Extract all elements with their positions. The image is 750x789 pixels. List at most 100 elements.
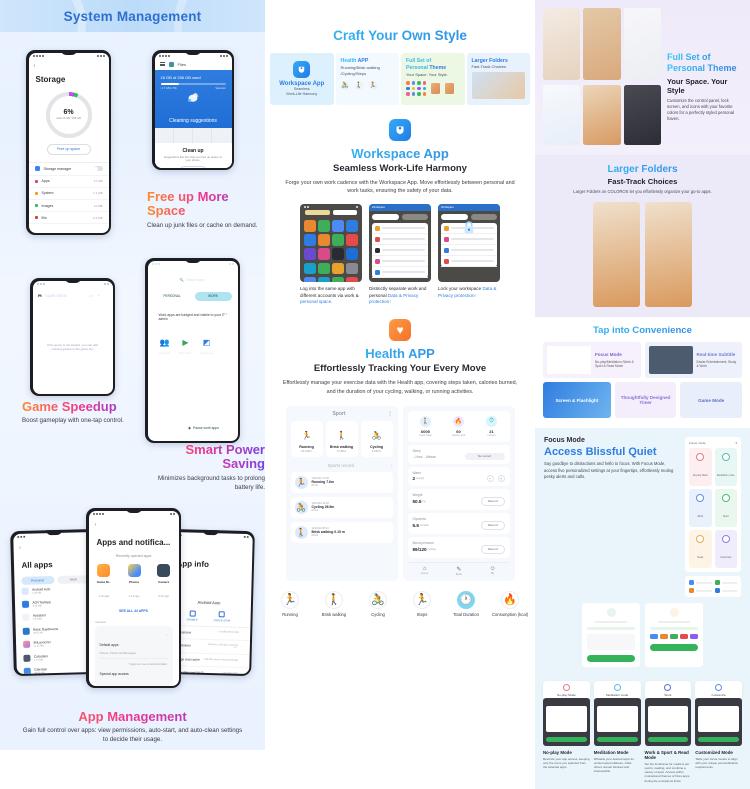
more-icon[interactable]: ⋮ bbox=[388, 411, 393, 417]
list-item[interactable] bbox=[441, 256, 497, 268]
sleep-row[interactable]: Sleep -- Hour -- Minute No record bbox=[407, 444, 510, 464]
weight-row[interactable]: Weight 50.5 kg Record bbox=[407, 488, 510, 510]
ok-button[interactable]: ✓ OK bbox=[180, 166, 206, 168]
record-button[interactable]: Record bbox=[480, 496, 505, 506]
chevron-right-icon[interactable]: › bbox=[391, 463, 392, 468]
more-icon[interactable]: ⋮ bbox=[104, 294, 108, 299]
menu-icon[interactable] bbox=[159, 62, 165, 66]
window-icon[interactable]: ▭ bbox=[89, 294, 92, 299]
close-icon[interactable]: × bbox=[226, 312, 228, 317]
search-input[interactable]: 🔍 Search apps bbox=[153, 275, 232, 285]
back-icon[interactable]: ‹ bbox=[29, 59, 109, 69]
add-icon[interactable]: ＋ bbox=[96, 294, 100, 299]
list-item[interactable] bbox=[372, 245, 428, 257]
strip-card-health[interactable]: Health APP Running/Brisk walking /Cyclin… bbox=[335, 53, 399, 105]
list-item[interactable]: 🏃 13/10/42 17:06 Running 7.6m 01:01 bbox=[290, 471, 393, 493]
page-title: System Management bbox=[63, 8, 202, 24]
list-item[interactable]: 🚶 11/10/42 08:14 Brisk walking 0.15 m 00:2… bbox=[290, 521, 393, 543]
list-item[interactable] bbox=[441, 245, 497, 257]
files-phone: Files 16 GB of 256 GB used • 17 GB in 5%… bbox=[152, 50, 234, 170]
theme-thumb bbox=[431, 82, 440, 94]
list-item[interactable]: Photos 3 min ago bbox=[127, 563, 141, 602]
table-row[interactable]: Apps 17 GB bbox=[28, 176, 109, 188]
nav-my[interactable]: ☺ My bbox=[490, 566, 496, 576]
list-item[interactable]: Camera 8 min ago bbox=[157, 563, 171, 602]
blood-pressure-row[interactable]: Blood pressure 89/120 mmHg Record bbox=[407, 536, 510, 558]
walking-icon: 🚶 bbox=[325, 590, 343, 609]
work-app-grid: 👥 Contacts ▶ Play Store ◩ Workspace bbox=[157, 335, 238, 356]
pause-work-apps-button[interactable]: ◉ Pause work apps bbox=[175, 422, 232, 434]
strip-card-folders[interactable]: Larger Folders Fast-Track Choices bbox=[466, 53, 530, 105]
list-item[interactable] bbox=[372, 223, 428, 235]
list-item[interactable]: ▶ Play Store bbox=[178, 335, 193, 355]
list-item[interactable]: Game M... 1 min ago bbox=[97, 563, 111, 602]
see-all-apps-link[interactable]: SEE ALL 44 APPS bbox=[89, 609, 179, 613]
strip-card-workspace[interactable]: Workspace App Seamless Work-Life Harmony bbox=[270, 53, 334, 105]
conv-card-subtitle[interactable]: Real-time Subtitle Easier Entertainment,… bbox=[644, 342, 742, 379]
color-dots bbox=[406, 81, 426, 96]
tab-work[interactable]: Work bbox=[56, 574, 90, 584]
nav-home[interactable]: ⌂ Home bbox=[421, 566, 428, 576]
app-size: 2.56 MB bbox=[32, 604, 42, 608]
sport-tile[interactable]: 🚴 Cycling 6.066m bbox=[360, 420, 393, 457]
phone-notch bbox=[202, 529, 219, 536]
photos-icon bbox=[127, 563, 141, 577]
start-button[interactable] bbox=[650, 644, 698, 652]
start-button[interactable] bbox=[587, 655, 635, 663]
focus-sport-phone bbox=[582, 603, 640, 668]
list-item[interactable]: 🚴 12/10/42 10:22 Cycling 26.9m 01:12 bbox=[290, 496, 393, 518]
folder-preview bbox=[471, 72, 525, 99]
tile-sport[interactable]: Sport bbox=[714, 489, 737, 528]
sport-tile[interactable]: 🏃 Running 18.108m bbox=[290, 420, 323, 457]
tile-read[interactable]: Read bbox=[689, 530, 712, 569]
sport-tile[interactable]: 🚶 Brisk walking 6.198m bbox=[325, 420, 358, 457]
water-row[interactable]: Water 2 cup(s) − + bbox=[407, 466, 510, 486]
record-button[interactable]: Record bbox=[480, 544, 505, 554]
free-up-space-button[interactable]: Free up space bbox=[46, 143, 91, 155]
caption-link[interactable]: personal space. bbox=[300, 299, 332, 304]
conv-card-game-mode[interactable]: Game Mode bbox=[680, 382, 742, 419]
app-label: Contacts bbox=[158, 351, 171, 356]
toggle-switch[interactable] bbox=[93, 166, 103, 172]
ring-arc bbox=[45, 91, 92, 138]
controlpanel-thumb bbox=[543, 85, 581, 145]
table-row[interactable]: Special app access 7 apps can use unrest… bbox=[100, 659, 168, 683]
list-item[interactable] bbox=[372, 234, 428, 246]
conv-card-focus-mode[interactable]: Focus Mode No-play/Meditation /Work & Sp… bbox=[543, 342, 641, 379]
tile-customize[interactable]: Customize bbox=[714, 530, 737, 569]
profile-tabs[interactable]: PERSONAL WORK bbox=[153, 291, 232, 301]
disable-button[interactable]: DISABLE bbox=[187, 609, 198, 621]
table-row[interactable]: Storage manager bbox=[28, 163, 109, 176]
table-row[interactable]: Images 11 MB bbox=[28, 200, 109, 213]
customize-icon bbox=[721, 535, 730, 544]
list-item[interactable] bbox=[441, 234, 497, 246]
list-item[interactable] bbox=[372, 256, 428, 268]
tile-meditation[interactable]: Meditation mode bbox=[714, 448, 737, 487]
workspace-tabs[interactable] bbox=[369, 211, 431, 223]
table-row[interactable]: Default apps Chrome, Photos and Messages … bbox=[99, 630, 168, 659]
record-button[interactable]: Record bbox=[480, 520, 505, 530]
list-item[interactable]: 👥 Contacts bbox=[157, 335, 172, 356]
no-play-icon bbox=[562, 684, 570, 692]
tab-work[interactable]: WORK bbox=[194, 291, 232, 301]
tile-work[interactable]: Work bbox=[689, 489, 712, 528]
tab-personal[interactable]: Personal bbox=[20, 575, 55, 585]
increment-button[interactable]: + bbox=[497, 474, 505, 482]
conv-card-timer[interactable]: Thoughtfully Designed Timer bbox=[614, 382, 677, 419]
list-item[interactable] bbox=[372, 267, 428, 279]
glycemia-row[interactable]: Glycemia 5.6 mmol/L Record bbox=[407, 512, 510, 534]
back-icon[interactable]: ‹ bbox=[89, 517, 179, 528]
conv-card-screen-flashlight[interactable]: Screen & Flashlight bbox=[543, 382, 611, 419]
files-tabs[interactable] bbox=[154, 127, 232, 143]
table-row[interactable]: System 1.1 GB bbox=[28, 188, 109, 201]
force-stop-button[interactable]: FORCE STOP bbox=[214, 610, 231, 622]
table-row[interactable]: Bin 0.1 GB bbox=[28, 212, 109, 225]
nav-sport[interactable]: ✎ Sport bbox=[456, 566, 462, 576]
chevron-down-icon[interactable]: ▾ bbox=[735, 441, 737, 445]
tile-no-play[interactable]: No-play Mode bbox=[689, 448, 712, 487]
decrement-button[interactable]: − bbox=[486, 474, 494, 482]
strip-card-theme[interactable]: Full Set of Personal Theme Your Space. Y… bbox=[401, 53, 465, 105]
list-item[interactable]: ◩ Workspace bbox=[199, 335, 214, 355]
sport-card-title: Sport bbox=[332, 410, 346, 417]
tab-personal[interactable]: PERSONAL bbox=[153, 291, 191, 301]
